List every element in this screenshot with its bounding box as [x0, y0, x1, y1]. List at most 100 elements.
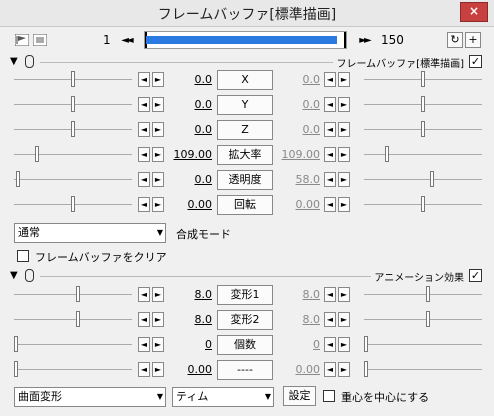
start-slider-track[interactable] — [14, 369, 132, 370]
value-start[interactable]: 0 — [168, 338, 212, 351]
increment-icon[interactable]: ► — [338, 72, 350, 87]
add-icon[interactable]: + — [465, 32, 481, 48]
param-button-count[interactable]: 個数 — [217, 335, 273, 355]
value-end[interactable]: 0.00 — [276, 198, 321, 211]
start-slider-track[interactable] — [14, 154, 132, 155]
end-slider-thumb[interactable] — [384, 146, 389, 162]
param-button-deform2[interactable]: 変形2 — [217, 310, 273, 330]
value-end[interactable]: 0.0 — [276, 73, 321, 86]
start-slider-track[interactable] — [14, 179, 132, 180]
start-slider-track[interactable] — [14, 294, 132, 295]
preset-dropdown[interactable]: ティム ▼ — [172, 387, 274, 407]
start-slider-track[interactable] — [14, 319, 132, 320]
start-slider-thumb[interactable] — [34, 146, 39, 162]
param-button-scale[interactable]: 拡大率 — [217, 145, 273, 165]
param-button-y[interactable]: Y — [217, 95, 273, 115]
start-slider-thumb[interactable] — [75, 286, 80, 302]
center-gravity-checkbox[interactable] — [323, 390, 335, 402]
end-slider-track[interactable] — [364, 319, 482, 320]
value-start[interactable]: 0.0 — [168, 73, 213, 86]
end-slider-track[interactable] — [364, 369, 482, 370]
effect-type-dropdown[interactable]: 曲面変形 ▼ — [14, 387, 166, 407]
start-slider-thumb[interactable] — [71, 121, 75, 137]
increment-icon[interactable]: ► — [338, 312, 350, 327]
increment-icon[interactable]: ► — [338, 362, 350, 377]
start-slider-thumb[interactable] — [75, 311, 80, 327]
section-animation-checkbox[interactable]: ✓ — [469, 269, 482, 282]
end-slider-track[interactable] — [364, 294, 482, 295]
collapse-icon[interactable]: ▼ — [10, 57, 18, 67]
start-slider-track[interactable] — [14, 344, 132, 345]
start-slider-thumb[interactable] — [71, 96, 75, 112]
settings-button[interactable]: 設定 — [283, 386, 316, 406]
end-slider-thumb[interactable] — [425, 286, 430, 302]
value-end[interactable]: 0.0 — [276, 123, 321, 136]
end-slider-track[interactable] — [364, 344, 482, 345]
decrement-icon[interactable]: ◄ — [138, 337, 150, 352]
end-slider-thumb[interactable] — [364, 336, 368, 352]
increment-icon[interactable]: ► — [152, 362, 164, 377]
value-start[interactable]: 0.0 — [168, 173, 213, 186]
value-end[interactable]: 109.00 — [276, 148, 321, 161]
param-button-z[interactable]: Z — [217, 120, 273, 140]
section-frame-buffer-checkbox[interactable]: ✓ — [469, 55, 482, 68]
param-button-x[interactable]: X — [217, 70, 273, 90]
value-end[interactable]: 0 — [276, 338, 320, 351]
end-slider-track[interactable] — [364, 154, 482, 155]
value-end[interactable]: 8.0 — [276, 288, 321, 301]
increment-icon[interactable]: ► — [152, 72, 164, 87]
value-end[interactable]: 0.0 — [276, 98, 321, 111]
decrement-icon[interactable]: ◄ — [324, 147, 336, 162]
decrement-icon[interactable]: ◄ — [324, 197, 336, 212]
end-slider-thumb[interactable] — [364, 361, 368, 377]
decrement-icon[interactable]: ◄ — [324, 287, 336, 302]
increment-icon[interactable]: ► — [338, 337, 350, 352]
value-start[interactable]: 0.0 — [168, 123, 213, 136]
refresh-icon[interactable]: ↻ — [447, 32, 463, 48]
value-start[interactable]: 0.00 — [168, 363, 213, 376]
value-start[interactable]: 109.00 — [168, 148, 213, 161]
decrement-icon[interactable]: ◄ — [324, 97, 336, 112]
start-slider-thumb[interactable] — [71, 71, 75, 87]
increment-icon[interactable]: ► — [152, 312, 164, 327]
end-slider-thumb[interactable] — [430, 171, 435, 187]
end-slider-thumb[interactable] — [421, 71, 425, 87]
increment-icon[interactable]: ► — [152, 122, 164, 137]
decrement-icon[interactable]: ◄ — [138, 147, 150, 162]
increment-icon[interactable]: ► — [338, 147, 350, 162]
blend-mode-dropdown[interactable]: 通常 ▼ — [14, 223, 166, 243]
timeline-bar[interactable] — [144, 31, 347, 49]
prev-keyframe-icon[interactable]: ◄◄ — [119, 34, 133, 48]
clear-buffer-checkbox[interactable] — [17, 250, 29, 262]
increment-icon[interactable]: ► — [152, 147, 164, 162]
decrement-icon[interactable]: ◄ — [324, 362, 336, 377]
end-slider-thumb[interactable] — [421, 196, 425, 212]
start-slider-thumb[interactable] — [14, 361, 18, 377]
decrement-icon[interactable]: ◄ — [138, 312, 150, 327]
decrement-icon[interactable]: ◄ — [324, 122, 336, 137]
increment-icon[interactable]: ► — [152, 97, 164, 112]
decrement-icon[interactable]: ◄ — [138, 172, 150, 187]
decrement-icon[interactable]: ◄ — [324, 312, 336, 327]
start-slider-thumb[interactable] — [16, 171, 21, 187]
value-start[interactable]: 8.0 — [168, 313, 213, 326]
value-start[interactable]: 0.0 — [168, 98, 213, 111]
decrement-icon[interactable]: ◄ — [138, 72, 150, 87]
increment-icon[interactable]: ► — [338, 122, 350, 137]
camera-icon[interactable] — [33, 34, 47, 46]
value-end[interactable]: 58.0 — [276, 173, 321, 186]
increment-icon[interactable]: ► — [152, 197, 164, 212]
decrement-icon[interactable]: ◄ — [324, 72, 336, 87]
increment-icon[interactable]: ► — [338, 197, 350, 212]
decrement-icon[interactable]: ◄ — [138, 97, 150, 112]
start-slider-thumb[interactable] — [14, 336, 18, 352]
next-keyframe-icon[interactable]: ►► — [357, 34, 371, 48]
close-button[interactable]: × — [460, 2, 488, 22]
decrement-icon[interactable]: ◄ — [138, 122, 150, 137]
increment-icon[interactable]: ► — [152, 287, 164, 302]
param-button-opacity[interactable]: 透明度 — [217, 170, 273, 190]
param-button-rotation[interactable]: 回転 — [217, 195, 273, 215]
end-slider-track[interactable] — [364, 179, 482, 180]
flag-icon[interactable] — [15, 34, 29, 46]
value-start[interactable]: 0.00 — [168, 198, 213, 211]
